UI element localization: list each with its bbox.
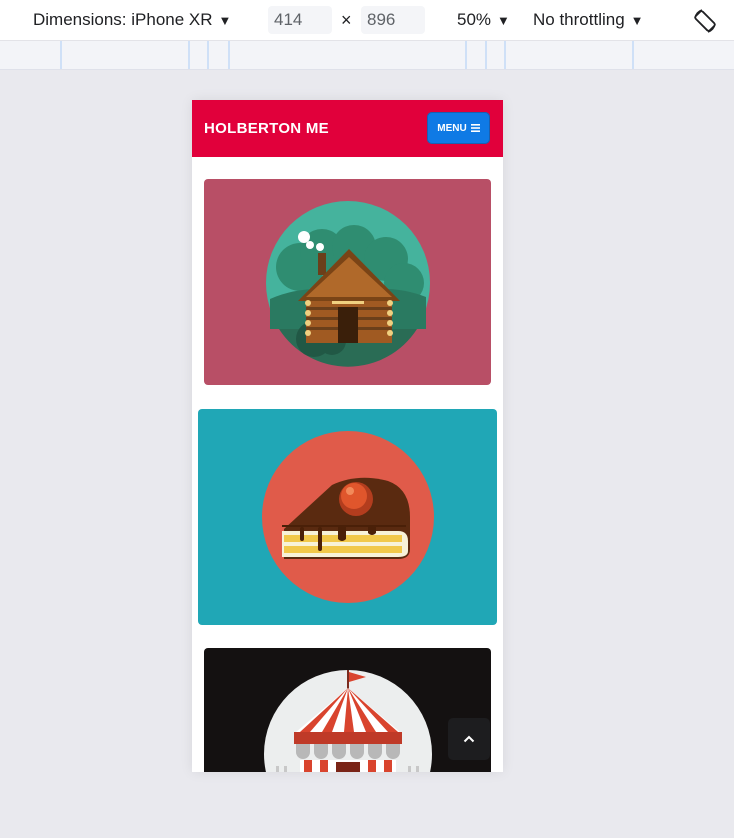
site-brand[interactable]: HOLBERTON ME — [204, 100, 329, 157]
dimensions-dropdown[interactable]: Dimensions: iPhone XR ▼ — [33, 0, 231, 40]
site-header: HOLBERTON ME MENU — [192, 100, 503, 157]
scroll-to-top-button[interactable] — [448, 718, 490, 760]
times-symbol: × — [341, 9, 352, 30]
media-query-marker[interactable] — [465, 41, 467, 69]
dimensions-label: Dimensions: iPhone XR — [33, 10, 213, 29]
height-input[interactable]: 896 — [361, 6, 425, 34]
media-query-bar — [0, 41, 734, 70]
media-query-marker[interactable] — [60, 41, 62, 69]
caret-down-icon: ▼ — [630, 12, 644, 28]
throttling-label: No throttling — [533, 10, 625, 29]
portfolio-card[interactable] — [198, 409, 497, 625]
zoom-label: 50% — [457, 10, 492, 29]
caret-down-icon: ▼ — [497, 12, 510, 28]
media-query-marker[interactable] — [504, 41, 506, 69]
media-query-marker[interactable] — [207, 41, 209, 69]
rotate-device-icon[interactable] — [690, 6, 720, 36]
cake-slice-illustration — [262, 431, 434, 603]
log-cabin-illustration — [266, 201, 430, 367]
width-input[interactable]: 414 — [268, 6, 332, 34]
media-query-marker[interactable] — [188, 41, 190, 69]
menu-button[interactable]: MENU — [427, 112, 490, 144]
menu-label: MENU — [437, 122, 467, 134]
portfolio-card[interactable] — [204, 179, 491, 385]
device-viewport: HOLBERTON ME MENU — [192, 100, 503, 772]
hamburger-icon — [470, 124, 480, 132]
media-query-marker[interactable] — [485, 41, 487, 69]
chevron-up-icon — [463, 735, 475, 743]
device-toolbar: Dimensions: iPhone XR ▼ 414 × 896 50% ▼ … — [0, 0, 734, 41]
media-query-marker[interactable] — [228, 41, 230, 69]
media-query-marker[interactable] — [632, 41, 634, 69]
zoom-dropdown[interactable]: 50% ▼ — [457, 0, 510, 40]
caret-down-icon: ▼ — [218, 12, 232, 28]
throttling-dropdown[interactable]: No throttling ▼ — [533, 0, 644, 40]
